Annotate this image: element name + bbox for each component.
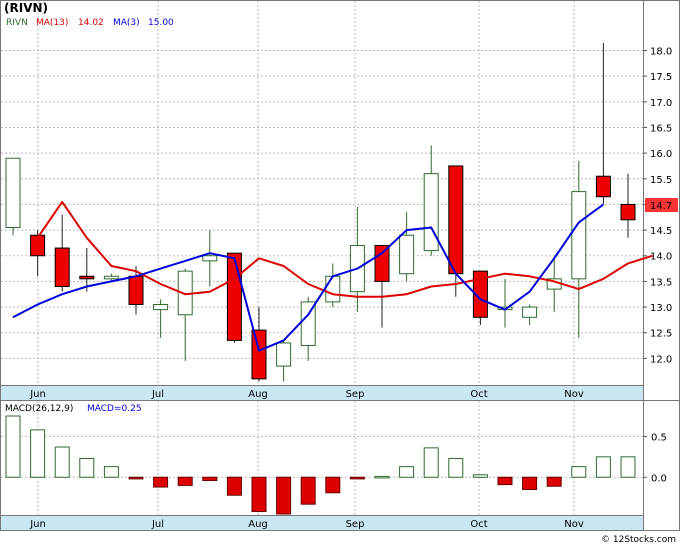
month-label-top: Jun [29,389,46,400]
price-tick-label: 16.5 [650,123,672,134]
price-tick-label: 13.0 [650,303,672,314]
month-label-bottom: Sep [346,519,365,530]
price-tick-label: 18.0 [650,47,672,58]
candle-body-down [595,175,611,198]
legend-ma3-value: 15.00 [148,18,174,28]
macd-bar-negative [349,476,365,480]
candle-body-up [5,157,21,229]
macd-bar-negative [251,476,267,513]
macd-bar-positive [79,457,95,478]
month-axis-band-bottom [0,515,644,531]
macd-bar-positive [54,446,70,478]
macd-bar-negative [325,476,341,494]
candle-body-down [374,244,390,282]
macd-bar-negative [497,476,513,486]
legend-ma13-value: 14.02 [78,18,104,28]
macd-tick-label: 0.0 [651,473,667,484]
candle-body-up [571,191,587,280]
watermark: © 12Stocks.com [601,535,676,545]
price-tick-label: 14.5 [650,226,672,237]
price-tick-label: 12.0 [650,354,672,365]
candle-body-down [226,252,242,341]
macd-bar-negative [177,476,193,486]
macd-bar-positive [472,474,488,478]
macd-bar-positive [423,447,439,478]
candle-body-down [620,203,636,221]
month-label-top: Sep [346,389,365,400]
price-tick-label: 17.5 [650,72,672,83]
price-tick-label: 15.5 [650,175,672,186]
macd-bar-positive [448,457,464,478]
macd-bar-positive [103,466,119,478]
macd-bar-negative [546,476,562,487]
macd-bar-positive [595,456,611,478]
candle-body-up [276,342,292,367]
legend-ma3-label: MA(3) [113,18,140,28]
candle-body-up [153,303,169,311]
macd-bar-positive [30,429,46,478]
macd-tick-label: 0.5 [651,432,667,443]
macd-bar-negative [128,476,144,480]
macd-bar-positive [620,456,636,478]
candle-body-up [399,234,415,275]
candle-body-down [251,329,267,380]
macd-bar-negative [202,476,218,482]
price-panel [0,0,644,401]
macd-panel [0,400,644,531]
chart-title: (RIVN) [4,1,48,15]
candle-body-down [54,247,70,288]
price-tick-label: 16.0 [650,149,672,160]
price-tick-label: 17.0 [650,98,672,109]
candle-body-up [202,255,218,262]
macd-bar-negative [226,476,242,496]
macd-axis-area [643,400,680,531]
month-axis-band-top [0,385,644,401]
macd-bar-negative [300,476,316,505]
month-label-top: Oct [470,389,487,400]
candle-body-up [522,306,538,318]
macd-bar-positive [571,466,587,478]
candle-body-up [103,275,119,280]
macd-label: MACD(26,12,9) [5,404,73,414]
candle-body-up [325,275,341,303]
price-tick-label: 13.5 [650,277,672,288]
legend-symbol: RIVN [6,18,28,28]
price-tick-label: 14.0 [650,252,672,263]
last-price-tag-label: 14.7 [650,201,672,212]
month-label-top: Aug [248,389,268,400]
candle-body-up [423,173,439,252]
candle-body-down [128,275,144,305]
macd-bar-negative [276,476,292,515]
month-label-bottom: Aug [248,519,268,530]
macd-value-label: MACD=0.25 [87,404,142,414]
candle-body-down [30,234,46,257]
candle [5,157,21,236]
month-label-bottom: Jun [29,519,46,530]
stock-chart: 12.012.513.013.514.014.515.015.516.016.5… [0,0,680,545]
legend-ma13-label: MA(13) [36,18,68,28]
month-label-bottom: Nov [564,519,584,530]
macd-bar-positive [374,475,390,479]
macd-bar-negative [153,476,169,488]
price-tick-label: 12.5 [650,329,672,340]
month-label-top: Jul [151,389,164,400]
candle-body-down [79,275,95,280]
candle [226,252,242,343]
month-label-bottom: Oct [470,519,487,530]
month-label-bottom: Jul [151,519,164,530]
month-label-top: Nov [564,389,584,400]
macd-bar-positive [399,466,415,478]
macd-bar-positive [5,415,21,478]
candle-body-down [448,165,464,275]
macd-bar-negative [522,476,538,490]
